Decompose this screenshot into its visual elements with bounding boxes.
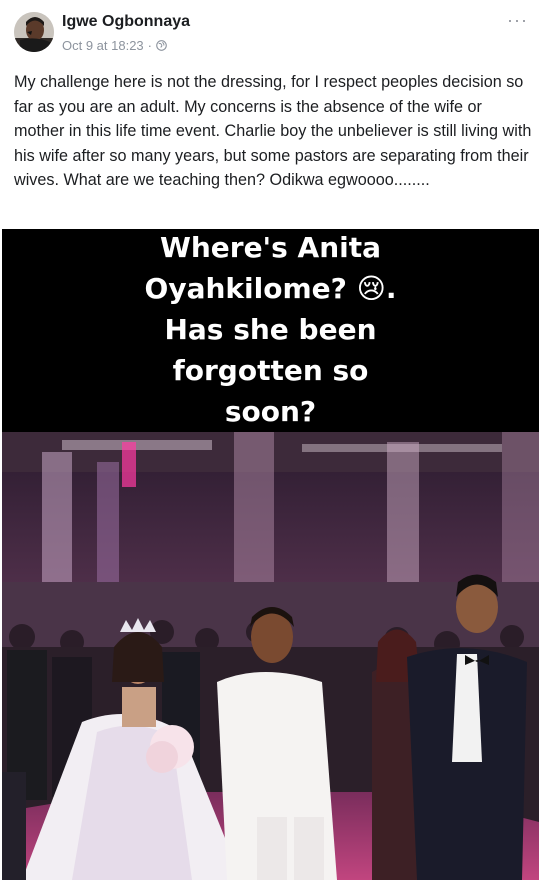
- globe-icon: [156, 40, 167, 51]
- author-name[interactable]: Igwe Ogbonnaya: [62, 13, 190, 31]
- meta-separator: ·: [147, 38, 153, 53]
- more-options-icon[interactable]: ···: [507, 10, 528, 31]
- post-meta: Oct 9 at 18:23 ·: [62, 38, 167, 53]
- profile-avatar[interactable]: [14, 12, 54, 52]
- avatar-picture: [14, 12, 54, 52]
- wedding-scene-photo: [2, 432, 539, 880]
- banner-line-1: Where's Anita: [159, 231, 382, 264]
- photo-caption-banner: Where's Anita Oyahkilome? 😢. Has she bee…: [2, 229, 539, 432]
- post-body-text: My challenge here is not the dressing, f…: [14, 73, 532, 189]
- banner-line-5: soon?: [224, 395, 317, 428]
- post-header: Igwe Ogbonnaya Oct 9 at 18:23 · ···: [0, 0, 548, 62]
- post-photo[interactable]: Where's Anita Oyahkilome? 😢. Has she bee…: [2, 229, 539, 880]
- banner-line-3: Has she been: [164, 313, 377, 346]
- post-timestamp[interactable]: Oct 9 at 18:23: [62, 38, 144, 53]
- banner-line-4: forgotten so: [172, 354, 369, 387]
- banner-line-2: Oyahkilome? 😢.: [144, 272, 397, 305]
